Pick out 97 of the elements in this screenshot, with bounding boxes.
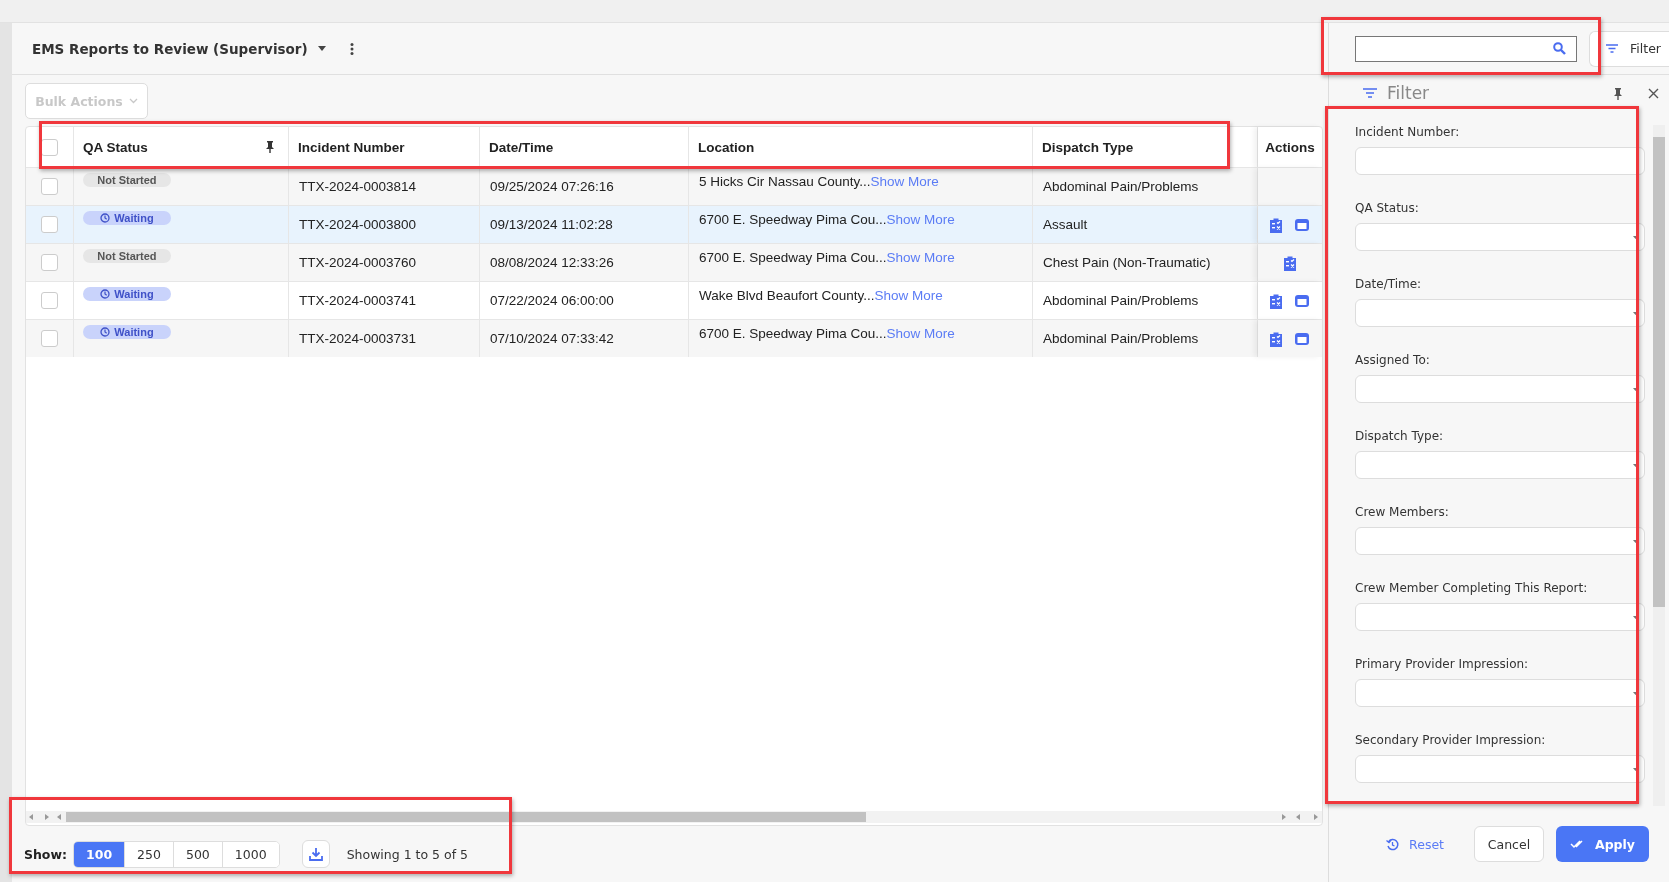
caret-icon[interactable] (1633, 463, 1638, 467)
search-field[interactable] (1355, 35, 1577, 62)
clipboard-icon[interactable] (1282, 254, 1297, 271)
field-label: Assigned To: (1355, 353, 1431, 369)
column-header[interactable]: Date/Time (488, 139, 554, 155)
table-cell: Abdominal Pain/Problems (1042, 331, 1199, 346)
clipboard-icon[interactable] (1269, 330, 1284, 347)
table-cell: 09/13/2024 11:02:28 (489, 217, 613, 232)
caret-icon[interactable] (1633, 387, 1638, 391)
show-more-link[interactable]: Show More (886, 250, 955, 265)
table-cell: Abdominal Pain/Problems (1042, 293, 1199, 308)
field-label: Crew Member Completing This Report: (1355, 581, 1589, 597)
dropdown-field[interactable] (1355, 299, 1645, 327)
field-label: Primary Provider Impression: (1355, 657, 1530, 673)
table-cell: 6700 E. Speedway Pima Cou... (698, 250, 887, 265)
field-label: Incident Number: (1355, 125, 1461, 141)
status-badge: Not Started (82, 249, 171, 263)
filter-button[interactable]: Filter (1589, 30, 1669, 67)
status-badge: Waiting (82, 211, 171, 225)
table-cell: 6700 E. Speedway Pima Cou... (698, 212, 887, 227)
print-icon[interactable] (1294, 217, 1311, 232)
clipboard-icon[interactable] (1269, 292, 1284, 309)
print-icon[interactable] (1294, 293, 1311, 308)
caret-icon[interactable] (1633, 691, 1638, 695)
reset-button[interactable]: Reset (1380, 835, 1450, 853)
show-more-link[interactable]: Show More (874, 288, 943, 303)
column-header[interactable]: Location (697, 139, 755, 155)
table-cell: 5 Hicks Cir Nassau County... (698, 174, 871, 189)
column-header[interactable]: QA Status (82, 139, 148, 155)
dropdown-field[interactable] (1355, 451, 1645, 479)
dropdown-field[interactable] (1355, 679, 1645, 707)
table-cell: 07/22/2024 06:00:00 (489, 293, 614, 308)
dropdown-field[interactable] (1355, 527, 1645, 555)
status-badge: Not Started (82, 173, 171, 187)
filter-icon[interactable] (1606, 44, 1618, 53)
clipboard-icon[interactable] (1269, 216, 1284, 233)
close-icon[interactable] (1648, 88, 1659, 99)
filter-icon (1363, 88, 1377, 98)
table-cell: 6700 E. Speedway Pima Cou... (698, 326, 887, 341)
table-cell: Assault (1042, 217, 1088, 232)
row-checkbox[interactable] (40, 330, 58, 347)
horizontal-scrollbar[interactable] (25, 811, 1322, 823)
row-checkbox[interactable] (40, 292, 58, 309)
dropdown-field[interactable] (1355, 375, 1645, 403)
column-header[interactable]: Dispatch Type (1041, 139, 1134, 155)
caret-icon[interactable] (1633, 235, 1638, 239)
download-icon[interactable] (308, 847, 323, 861)
dropdown-field[interactable] (1355, 755, 1645, 783)
field-label: Dispatch Type: (1355, 429, 1445, 445)
table-cell: TTX-2024-0003741 (298, 293, 417, 308)
table-cell: TTX-2024-0003814 (298, 179, 417, 194)
table-cell: Wake Blvd Beaufort County... (698, 288, 875, 303)
record-count: Showing 1 to 5 of 5 (346, 846, 468, 862)
table-cell: TTX-2024-0003800 (298, 217, 417, 232)
caret-icon[interactable] (1633, 615, 1638, 619)
caret-icon[interactable] (1633, 539, 1638, 543)
row-checkbox[interactable] (40, 216, 58, 233)
caret-icon[interactable] (1633, 311, 1638, 315)
field-label: QA Status: (1355, 201, 1420, 217)
row-checkbox[interactable] (40, 178, 58, 195)
double-check-icon[interactable] (1570, 839, 1585, 849)
search-icon[interactable] (1553, 42, 1566, 55)
page-size-button[interactable]: 100 (74, 841, 126, 867)
table-cell: TTX-2024-0003731 (298, 331, 417, 346)
table-cell: 07/10/2024 07:33:42 (489, 331, 614, 346)
dropdown-field[interactable] (1355, 223, 1645, 251)
table-cell: 09/25/2024 07:26:16 (489, 179, 614, 194)
caret-icon[interactable] (1633, 767, 1638, 771)
column-header: Actions (1265, 139, 1315, 155)
field-label: Crew Members: (1355, 505, 1450, 521)
caret-icon[interactable] (317, 46, 326, 51)
input-field[interactable] (1355, 147, 1645, 175)
pin-icon[interactable] (265, 141, 274, 153)
show-more-link[interactable]: Show More (870, 174, 939, 189)
history-icon[interactable] (1386, 837, 1400, 851)
more-icon[interactable] (349, 42, 354, 55)
status-badge: Waiting (82, 325, 171, 339)
download-button[interactable] (301, 840, 330, 868)
cancel-button[interactable]: Cancel (1474, 826, 1544, 862)
page-title: EMS Reports to Review (Supervisor) (31, 40, 308, 57)
table-cell: Chest Pain (Non-Traumatic) (1042, 255, 1211, 270)
row-checkbox[interactable] (40, 254, 58, 271)
show-more-link[interactable]: Show More (886, 326, 955, 341)
pin-icon[interactable] (1614, 88, 1622, 100)
column-header[interactable]: Incident Number (297, 139, 405, 155)
table-cell: TTX-2024-0003760 (298, 255, 417, 270)
table-cell: Abdominal Pain/Problems (1042, 179, 1199, 194)
dropdown-field[interactable] (1355, 603, 1645, 631)
status-badge: Waiting (82, 287, 171, 301)
vertical-scrollbar[interactable] (1653, 125, 1665, 806)
table-cell: 08/08/2024 12:33:26 (489, 255, 614, 270)
apply-button[interactable]: Apply (1556, 826, 1649, 862)
print-icon[interactable] (1294, 331, 1311, 346)
field-label: Date/Time: (1355, 277, 1423, 293)
field-label: Secondary Provider Impression: (1355, 733, 1547, 749)
panel-title: Filter (1387, 83, 1430, 103)
show-label: Show: (23, 846, 67, 862)
